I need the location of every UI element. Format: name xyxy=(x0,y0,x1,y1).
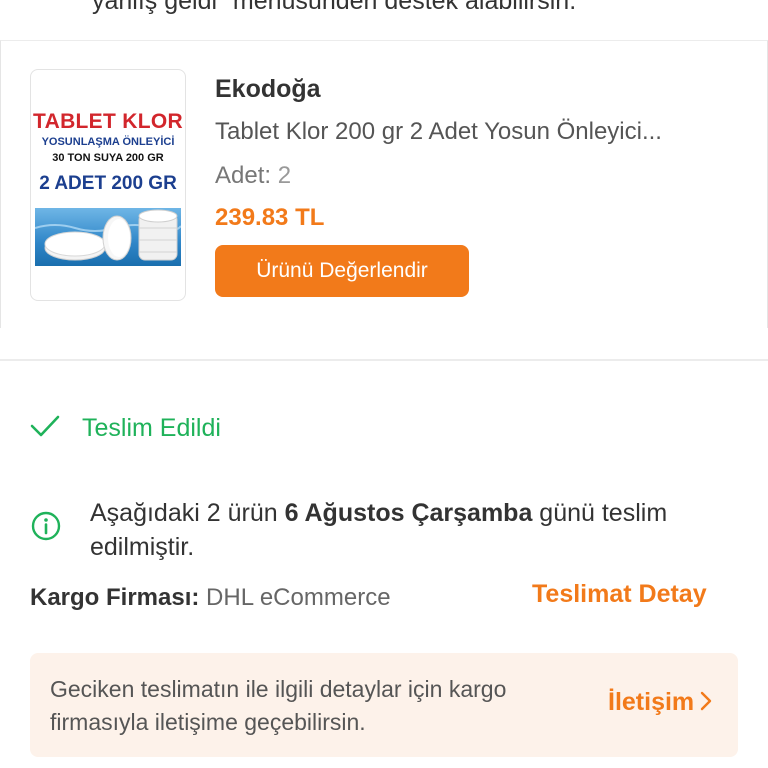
product-brand: Ekodoğa xyxy=(215,75,321,103)
delay-notice: Geciken teslimatın ile ilgili detaylar i… xyxy=(30,653,738,757)
carrier-value: DHL eCommerce xyxy=(206,584,391,611)
contact-link[interactable]: İletişim xyxy=(608,687,712,718)
chlorine-tablets-graphic xyxy=(34,209,182,261)
info-prefix: Aşağıdaki 2 ürün xyxy=(90,499,285,527)
product-image-line2: YOSUNLAŞMA ÖNLEYİCİ xyxy=(41,136,175,148)
delivery-status-label: Teslim Edildi xyxy=(82,414,221,442)
product-quantity: Adet: 2 xyxy=(215,162,291,190)
quantity-value: 2 xyxy=(277,162,292,189)
delivery-status: Teslim Edildi xyxy=(30,414,221,443)
quantity-label: Adet: xyxy=(215,162,272,189)
carrier-label: Kargo Firması: xyxy=(30,584,200,611)
contact-link-label: İletişim xyxy=(608,688,695,716)
product-image-line4: 2 ADET 200 GR xyxy=(39,173,177,194)
chevron-right-icon xyxy=(700,687,712,718)
support-note: yanlış geldi" menüsünden destek alabilir… xyxy=(92,0,577,15)
product-name[interactable]: Tablet Klor 200 gr 2 Adet Yosun Önleyici… xyxy=(215,118,662,146)
product-price: 239.83 TL xyxy=(215,204,325,231)
carrier-row: Kargo Firması: DHL eCommerce xyxy=(30,584,391,612)
delivery-detail-link[interactable]: Teslimat Detay xyxy=(532,580,707,609)
product-image-line1: TABLET KLOR xyxy=(33,110,183,133)
rate-product-button[interactable]: Ürünü Değerlendir xyxy=(215,245,469,297)
check-icon xyxy=(30,414,60,443)
pool-water-graphic xyxy=(34,208,182,266)
delivery-info-text: Aşağıdaki 2 ürün 6 Ağustos Çarşamba günü… xyxy=(90,496,730,564)
product-image-line3: 30 TON SUYA 200 GR xyxy=(52,152,164,164)
delay-notice-message: Geciken teslimatın ile ilgili detaylar i… xyxy=(50,676,507,735)
delivery-date: 6 Ağustos Çarşamba xyxy=(284,499,533,527)
info-circle-icon xyxy=(30,510,62,547)
section-divider xyxy=(0,359,768,361)
product-image[interactable]: TABLET KLOR YOSUNLAŞMA ÖNLEYİCİ 30 TON S… xyxy=(30,69,186,301)
